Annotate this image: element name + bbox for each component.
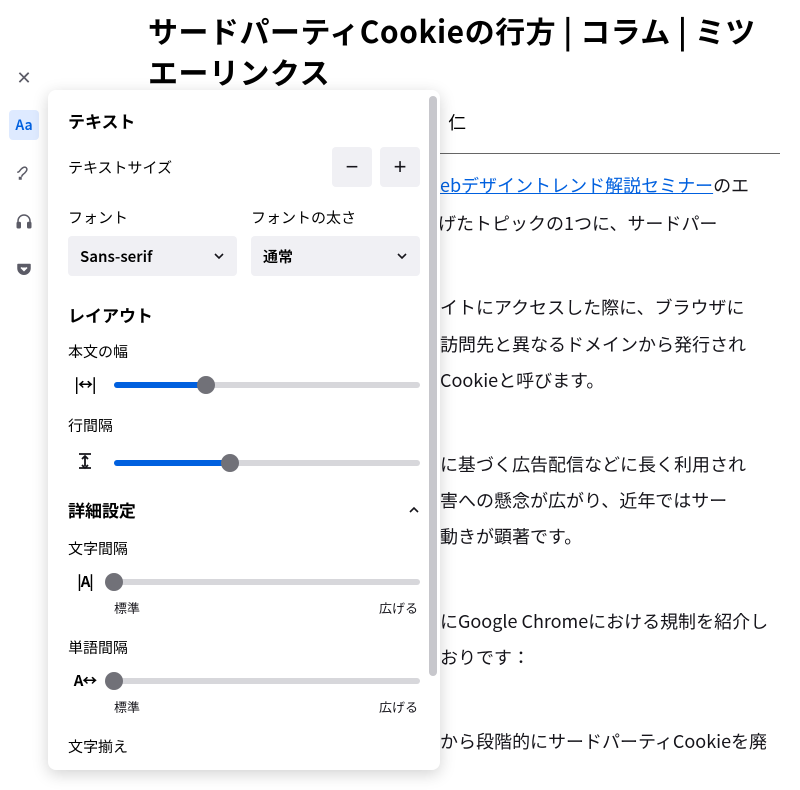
font-dropdown[interactable]: Sans-serif: [68, 236, 237, 276]
char-spacing-label: 文字間隔: [68, 538, 420, 559]
chevron-down-icon: [213, 250, 225, 262]
body-text: のエ: [713, 172, 749, 198]
decrease-text-button[interactable]: −: [332, 147, 372, 187]
brush-icon: [15, 164, 33, 182]
advanced-section-title: 詳細設定: [68, 497, 136, 522]
weight-dropdown[interactable]: 通常: [251, 236, 420, 276]
width-slider[interactable]: [114, 375, 420, 395]
tick-standard: 標準: [114, 598, 140, 617]
width-label: 本文の幅: [68, 341, 420, 362]
line-spacing-slider[interactable]: [114, 453, 420, 473]
line-spacing-label: 行間隔: [68, 415, 420, 436]
text-section-title: テキスト: [68, 108, 420, 133]
pocket-icon: [15, 260, 33, 278]
line-spacing-icon: [68, 448, 102, 477]
char-spacing-icon: |A|: [68, 571, 102, 592]
width-icon: |↔|: [68, 374, 102, 395]
advanced-toggle[interactable]: 詳細設定: [68, 497, 420, 522]
word-spacing-icon: A↔: [68, 670, 102, 691]
panel-scrollbar[interactable]: [429, 96, 437, 676]
layout-section-title: レイアウト: [68, 302, 420, 327]
chevron-up-icon: [408, 504, 420, 516]
weight-label: フォントの太さ: [251, 207, 420, 228]
save-pocket-tab[interactable]: [9, 254, 39, 284]
font-label: フォント: [68, 207, 237, 228]
word-spacing-label: 単語間隔: [68, 637, 420, 658]
close-icon[interactable]: ✕: [9, 62, 39, 92]
font-value: Sans-serif: [80, 246, 152, 267]
text-size-label: テキストサイズ: [68, 157, 172, 178]
page-title: サードパーティCookieの行方 | コラム | ミツエーリンクス: [148, 0, 780, 91]
increase-text-button[interactable]: +: [380, 147, 420, 187]
weight-value: 通常: [263, 246, 293, 267]
seminar-link[interactable]: ebデザイントレンド解説セミナー: [440, 172, 713, 198]
theme-settings-tab[interactable]: [9, 158, 39, 188]
char-spacing-slider[interactable]: [114, 572, 420, 592]
tick-wide: 広げる: [379, 697, 418, 716]
tick-standard: 標準: [114, 697, 140, 716]
word-spacing-slider[interactable]: [114, 671, 420, 691]
reader-sidebar: ✕ Aa: [0, 0, 48, 790]
chevron-down-icon: [396, 250, 408, 262]
text-align-label: 文字揃え: [68, 736, 420, 757]
read-aloud-tab[interactable]: [9, 206, 39, 236]
headphones-icon: [15, 212, 33, 230]
tick-wide: 広げる: [379, 598, 418, 617]
reader-settings-panel: テキスト テキストサイズ − + フォント Sans-serif フォントの太さ…: [48, 90, 440, 770]
text-settings-tab[interactable]: Aa: [9, 110, 39, 140]
